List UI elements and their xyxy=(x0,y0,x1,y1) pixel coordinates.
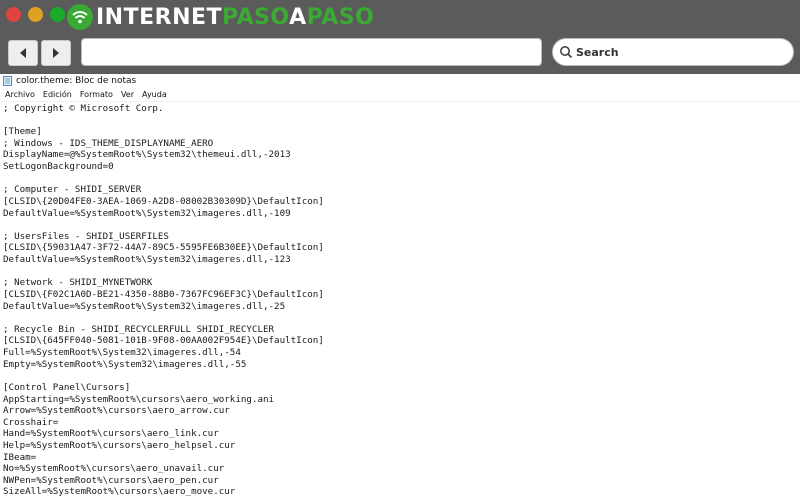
text-line: ; Copyright © Microsoft Corp. xyxy=(3,103,164,114)
text-line: [CLSID\{F02C1A0D-BE21-4350-88B0-7367FC96… xyxy=(3,288,324,300)
maximize-window-button[interactable] xyxy=(50,7,65,22)
window-controls xyxy=(6,7,65,22)
forward-button[interactable] xyxy=(41,40,71,66)
text-line: [CLSID\{59031A47-3F72-44A7-89C5-5595FE6B… xyxy=(3,242,324,254)
text-line: ; Network - SHIDI_MYNETWORK xyxy=(3,277,153,289)
text-line: SizeAll=%SystemRoot%\cursors\aero_move.c… xyxy=(3,486,236,498)
text-line: [Theme] xyxy=(3,126,42,138)
browser-chrome: INTERNETPASOAPASO Search xyxy=(0,0,800,74)
text-line: ; Recycle Bin - SHIDI_RECYCLERFULL SHIDI… xyxy=(3,323,275,335)
notepad-icon xyxy=(3,76,12,86)
menu-ayuda[interactable]: Ayuda xyxy=(142,90,167,99)
site-name: INTERNETPASOAPASO xyxy=(96,5,374,30)
text-line: No=%SystemRoot%\cursors\aero_unavail.cur xyxy=(3,463,225,475)
close-window-button[interactable] xyxy=(6,7,21,22)
menu-archivo[interactable]: Archivo xyxy=(5,90,35,99)
text-line: DefaultValue=%SystemRoot%\System32\image… xyxy=(3,300,286,312)
site-name-part-4: PASO xyxy=(306,4,375,30)
text-line: SetLogonBackground=0 xyxy=(3,161,114,173)
text-line: DisplayName=@%SystemRoot%\System32\theme… xyxy=(3,149,291,161)
menu-formato[interactable]: Formato xyxy=(80,90,113,99)
wifi-icon xyxy=(67,4,93,30)
text-line: IBeam= xyxy=(3,451,37,463)
back-button[interactable] xyxy=(8,40,38,66)
arrow-left-icon xyxy=(20,48,26,58)
site-logo: INTERNETPASOAPASO xyxy=(67,3,374,31)
menu-edicion[interactable]: Edición xyxy=(43,90,72,99)
site-name-part-1: INTERNET xyxy=(96,4,223,30)
menu-ver[interactable]: Ver xyxy=(121,90,134,99)
text-line: Full=%SystemRoot%\System32\imageres.dll,… xyxy=(3,347,241,359)
text-line: Help=%SystemRoot%\cursors\aero_helpsel.c… xyxy=(3,439,236,451)
text-line: ; Windows - IDS_THEME_DISPLAYNAME_AERO xyxy=(3,137,214,149)
text-line: DefaultValue=%SystemRoot%\System32\image… xyxy=(3,254,291,266)
text-line: AppStarting=%SystemRoot%\cursors\aero_wo… xyxy=(3,393,275,405)
search-placeholder: Search xyxy=(576,45,619,59)
text-line: [CLSID\{20D04FE0-3AEA-1069-A2D8-08002B30… xyxy=(3,195,324,207)
text-line: NWPen=%SystemRoot%\cursors\aero_pen.cur xyxy=(3,474,219,486)
text-line: Arrow=%SystemRoot%\cursors\aero_arrow.cu… xyxy=(3,405,230,417)
site-name-part-3: A xyxy=(289,4,307,30)
text-line: Crosshair= xyxy=(3,416,59,428)
text-line: DefaultValue=%SystemRoot%\System32\image… xyxy=(3,207,291,219)
text-line: [CLSID\{645FF040-5081-101B-9F08-00AA002F… xyxy=(3,335,324,347)
text-editor[interactable]: ; Copyright © Microsoft Corp. [Theme]; Wi… xyxy=(0,102,800,500)
menu-bar: Archivo Edición Formato Ver Ayuda xyxy=(0,88,800,102)
search-input[interactable]: Search xyxy=(552,38,794,66)
text-line: ; Computer - SHIDI_SERVER xyxy=(3,184,142,196)
window-title: color.theme: Bloc de notas xyxy=(16,76,137,86)
arrow-right-icon xyxy=(53,48,59,58)
address-bar[interactable] xyxy=(81,38,542,66)
text-line: ; UsersFiles - SHIDI_USERFILES xyxy=(3,230,169,242)
text-line: [Control Panel\Cursors] xyxy=(3,381,131,393)
notepad-titlebar: color.theme: Bloc de notas xyxy=(0,74,800,88)
search-icon xyxy=(560,46,573,59)
site-name-part-2: PASO xyxy=(222,4,290,30)
minimize-window-button[interactable] xyxy=(28,7,43,22)
text-line: Hand=%SystemRoot%\cursors\aero_link.cur xyxy=(3,428,219,440)
text-line: Empty=%SystemRoot%\System32\imageres.dll… xyxy=(3,358,247,370)
